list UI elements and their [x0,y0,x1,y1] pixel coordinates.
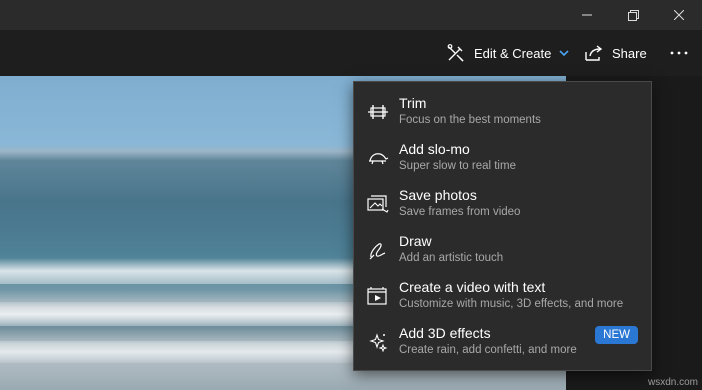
menu-item-save-photos[interactable]: Save photos Save frames from video [354,182,651,228]
minimize-button[interactable] [564,0,610,30]
toolbar: Edit & Create Share [0,30,702,76]
menu-item-title: Trim [399,95,427,111]
menu-item-slo-mo[interactable]: Add slo-mo Super slow to real time [354,136,651,182]
watermark: wsxdn.com [647,377,698,388]
new-badge: NEW [595,326,638,344]
menu-item-title: Save photos [399,187,477,203]
menu-item-trim[interactable]: Trim Focus on the best moments [354,90,651,136]
share-button[interactable]: Share [584,30,647,76]
menu-item-title: Draw [399,233,432,249]
menu-item-subtitle: Super slow to real time [399,160,516,172]
more-options-icon [670,51,688,55]
chevron-down-icon [559,49,569,57]
video-text-icon [366,284,390,308]
menu-item-3d-effects[interactable]: Add 3D effects Create rain, add confetti… [354,320,651,366]
menu-item-subtitle: Customize with music, 3D effects, and mo… [399,298,624,310]
restore-icon [627,9,639,21]
restore-button[interactable] [610,0,656,30]
slo-mo-icon [366,146,390,170]
menu-item-title: Create a video with text [399,279,546,295]
3d-effects-icon [366,330,390,354]
menu-item-title: Add slo-mo [399,141,470,157]
menu-item-subtitle: Add an artistic touch [399,252,504,264]
minimize-icon [582,14,592,16]
menu-item-title: Add 3D effects [399,325,491,341]
more-options-button[interactable] [664,30,694,76]
save-photos-icon [366,192,390,216]
edit-create-label: Edit & Create [474,45,552,61]
share-label: Share [612,45,647,61]
edit-create-button[interactable]: Edit & Create [446,30,569,76]
edit-create-icon [446,43,466,63]
menu-item-subtitle: Focus on the best moments [399,114,541,126]
menu-item-subtitle: Create rain, add confetti, and more [399,344,577,356]
menu-item-video-with-text[interactable]: Create a video with text Customize with … [354,274,651,320]
menu-item-subtitle: Save frames from video [399,206,521,218]
menu-item-draw[interactable]: Draw Add an artistic touch [354,228,651,274]
edit-create-menu: Trim Focus on the best moments Add slo-m… [353,81,652,371]
close-icon [674,10,684,20]
draw-icon [366,238,390,262]
close-button[interactable] [656,0,702,30]
title-bar [0,0,702,30]
trim-icon [366,100,390,124]
share-icon [584,43,604,63]
